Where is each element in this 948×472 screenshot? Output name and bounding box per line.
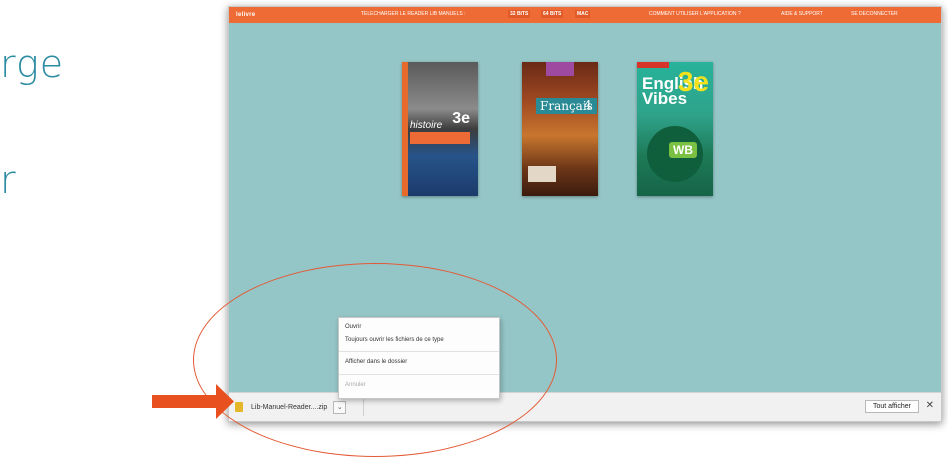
right-arrow-icon [152, 384, 234, 419]
